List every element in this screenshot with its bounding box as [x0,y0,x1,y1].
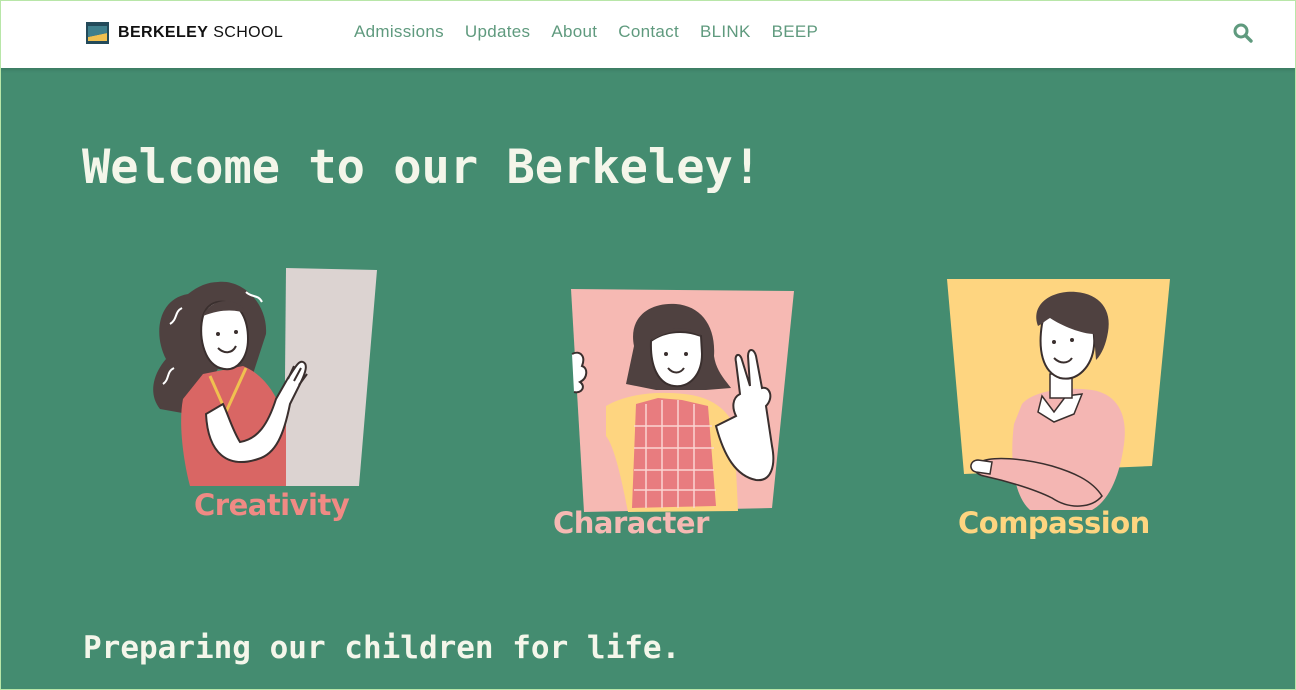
brand-logo-link[interactable]: BERKELEY SCHOOL [86,21,283,45]
value-card-creativity [148,264,380,492]
search-icon[interactable] [1232,22,1254,44]
value-label-creativity: Creativity [194,488,350,522]
nav-about[interactable]: About [551,22,597,42]
nav-blink[interactable]: BLINK [700,22,751,42]
school-logo-icon [86,22,109,44]
nav-beep[interactable]: BEEP [772,22,819,42]
nav-updates[interactable]: Updates [465,22,530,42]
top-navbar: BERKELEY SCHOOL Admissions Updates About… [0,0,1296,68]
hero-tagline: Preparing our children for life. [83,630,681,666]
girl-waving-illustration [153,268,377,486]
value-label-compassion: Compassion [958,506,1150,540]
nav-admissions[interactable]: Admissions [354,22,444,42]
value-label-character: Character [553,506,709,540]
girl-peace-sign-illustration [571,289,794,512]
value-card-compassion [942,274,1174,514]
main-nav: Admissions Updates About Contact BLINK B… [354,22,839,42]
nav-contact[interactable]: Contact [618,22,679,42]
hero-title: Welcome to our Berkeley! [82,140,762,195]
brand-name: BERKELEY SCHOOL [118,24,284,41]
value-card-character [566,286,798,516]
boy-leaning-illustration [947,279,1170,510]
